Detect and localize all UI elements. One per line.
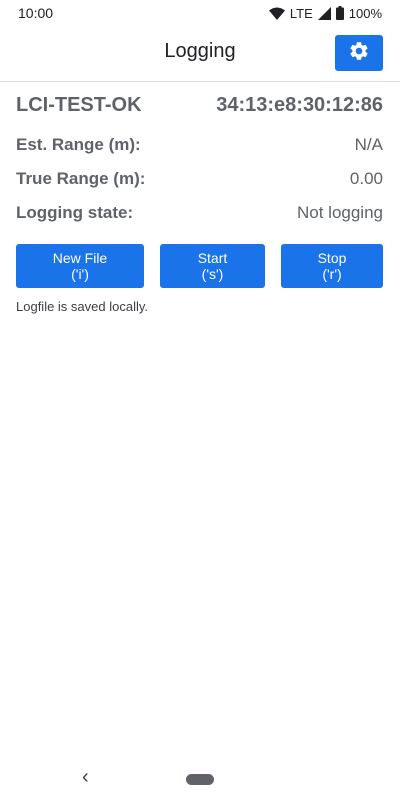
network-type: LTE [289, 5, 313, 21]
logging-state-row: Logging state: Not logging [16, 196, 383, 230]
logging-panel: LCI-TEST-OK 34:13:e8:30:12:86 Est. Range… [16, 82, 383, 314]
stop-button-label: Stop [317, 250, 347, 266]
device-mac: 34:13:e8:30:12:86 [216, 93, 383, 116]
status-time: 10:00 [18, 5, 54, 21]
logging-state-label: Logging state: [16, 203, 134, 222]
app-bar: Logging [0, 26, 400, 82]
navigation-bar: ‹ [0, 752, 400, 800]
battery-icon [335, 6, 344, 20]
logging-state-value: Not logging [296, 203, 383, 222]
back-icon[interactable]: ‹ [82, 766, 89, 789]
action-buttons: New File ('i') Start ('s') Stop ('r') [16, 244, 383, 288]
true-range-label: True Range (m): [16, 169, 146, 188]
new-file-button-key: ('i') [71, 266, 89, 282]
true-range-value: 0.00 [349, 169, 383, 188]
est-range-label: Est. Range (m): [16, 135, 141, 154]
status-bar: 10:00 LTE 100% [0, 0, 400, 26]
est-range-value: N/A [354, 135, 383, 154]
start-button[interactable]: Start ('s') [160, 244, 265, 288]
true-range-row: True Range (m): 0.00 [16, 162, 383, 196]
new-file-button[interactable]: New File ('i') [16, 244, 144, 288]
battery-level: 100% [348, 5, 382, 21]
new-file-button-label: New File [52, 250, 108, 266]
settings-button[interactable] [335, 35, 383, 71]
start-button-label: Start [197, 250, 228, 266]
stop-button-key: ('r') [322, 266, 342, 282]
logfile-note: Logfile is saved locally. [16, 299, 148, 314]
est-range-row: Est. Range (m): N/A [16, 128, 383, 162]
gear-icon [348, 40, 370, 67]
home-pill-icon[interactable] [186, 774, 214, 785]
screen: 10:00 LTE 100% Logging LCI-TEST-OK 34:13… [0, 0, 400, 800]
start-button-key: ('s') [201, 266, 224, 282]
stop-button[interactable]: Stop ('r') [281, 244, 383, 288]
cell-signal-icon [317, 6, 331, 20]
device-name: LCI-TEST-OK [16, 93, 142, 116]
status-icons: LTE 100% [268, 5, 382, 21]
wifi-icon [268, 7, 285, 20]
device-row: LCI-TEST-OK 34:13:e8:30:12:86 [16, 82, 383, 128]
